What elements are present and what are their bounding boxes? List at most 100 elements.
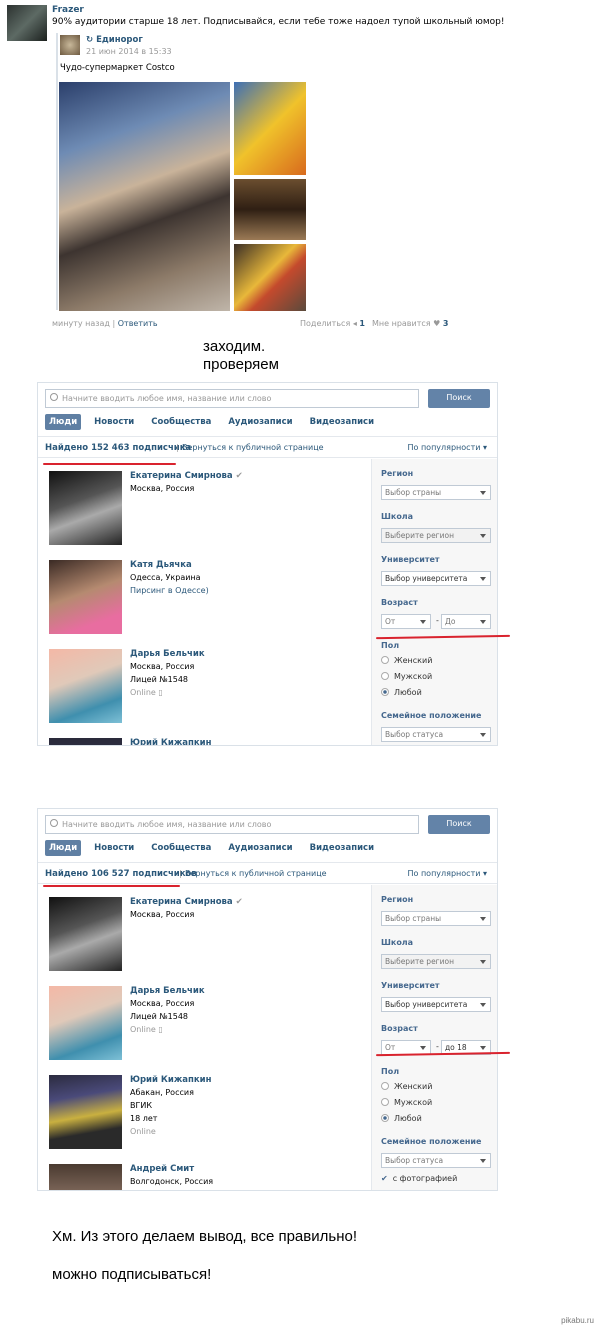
- school-select[interactable]: Выберите регион: [381, 528, 491, 543]
- chevron-down-icon: [480, 733, 486, 737]
- age-label: Возраст: [381, 598, 418, 607]
- chevron-down-icon: [480, 620, 486, 624]
- repost-date[interactable]: 21 июн 2014 в 15:33: [86, 47, 172, 56]
- school-select[interactable]: Выберите регион: [381, 954, 491, 969]
- repost-author[interactable]: ↻ Единорог: [86, 35, 143, 45]
- photo-nutella[interactable]: [234, 179, 306, 240]
- person-school: Лицей №1548: [130, 1012, 189, 1021]
- chevron-down-icon: [480, 917, 486, 921]
- avatar[interactable]: [49, 471, 122, 545]
- gender-label: Пол: [381, 1067, 400, 1076]
- person-name[interactable]: Катя Дьячка: [130, 560, 192, 570]
- university-label: Университет: [381, 981, 440, 990]
- watermark: pikabu.ru: [561, 1316, 594, 1325]
- post-author[interactable]: Frazer: [52, 5, 84, 15]
- age-to-select[interactable]: До: [441, 614, 491, 629]
- tab-audio[interactable]: Аудиозаписи: [224, 414, 296, 430]
- tab-communities[interactable]: Сообщества: [147, 414, 215, 430]
- photo-costco-girl[interactable]: [59, 82, 230, 311]
- tab-communities[interactable]: Сообщества: [147, 840, 215, 856]
- repost-text: Чудо-супермаркет Costco: [60, 63, 175, 73]
- post-meta: минуту назад | Ответить: [52, 319, 158, 328]
- avatar[interactable]: [49, 738, 122, 745]
- sort-dropdown[interactable]: По популярности ▾: [408, 869, 488, 878]
- age-from-select[interactable]: От: [381, 614, 431, 629]
- person-name[interactable]: Дарья Бельчик: [130, 649, 205, 659]
- red-underline: [43, 463, 176, 465]
- photo-cheetos[interactable]: [234, 82, 306, 175]
- sort-dropdown[interactable]: По популярности ▾: [408, 443, 488, 452]
- repost-author-name[interactable]: Единорог: [96, 35, 143, 45]
- gender-female-radio[interactable]: Женский: [381, 1082, 432, 1091]
- region-label: Регион: [381, 469, 414, 478]
- gender-male-radio[interactable]: Мужской: [381, 1098, 432, 1107]
- age-label: Возраст: [381, 1024, 418, 1033]
- age-dash: -: [436, 1042, 439, 1051]
- avatar[interactable]: [49, 897, 122, 971]
- person-name[interactable]: Юрий Кижапкин: [130, 738, 212, 745]
- gender-any-radio[interactable]: Любой: [381, 1114, 422, 1123]
- university-select[interactable]: Выбор университета: [381, 997, 491, 1012]
- avatar[interactable]: [49, 649, 122, 723]
- chevron-down-icon: [480, 1159, 486, 1163]
- search-input[interactable]: Начните вводить любое имя, название или …: [45, 389, 419, 408]
- person-info[interactable]: Пирсинг в Одессе): [130, 586, 209, 595]
- person-school: ВГИК: [130, 1101, 153, 1110]
- tab-video[interactable]: Видеозаписи: [306, 840, 378, 856]
- chevron-down-icon: [420, 1046, 426, 1050]
- tab-news[interactable]: Новости: [90, 414, 138, 430]
- person-city: Одесса, Украина: [130, 573, 201, 582]
- results-bar: Найдено 106 527 подписчиков | Вернуться …: [38, 862, 497, 884]
- chevron-down-icon: [480, 1046, 486, 1050]
- region-select[interactable]: Выбор страны: [381, 485, 491, 500]
- person-name[interactable]: Екатерина Смирнова ✔: [130, 471, 243, 481]
- post-time[interactable]: минуту назад: [52, 319, 110, 328]
- status-select[interactable]: Выбор статуса: [381, 727, 491, 742]
- gender-any-radio[interactable]: Любой: [381, 688, 422, 697]
- avatar[interactable]: [49, 986, 122, 1060]
- avatar[interactable]: [49, 1075, 122, 1149]
- search-button[interactable]: Поиск: [428, 815, 490, 834]
- reply-link[interactable]: Ответить: [118, 319, 158, 328]
- person-name[interactable]: Юрий Кижапкин: [130, 1075, 212, 1085]
- tab-people[interactable]: Люди: [45, 414, 82, 430]
- tab-people[interactable]: Люди: [45, 840, 82, 856]
- region-select[interactable]: Выбор страны: [381, 911, 491, 926]
- tab-audio[interactable]: Аудиозаписи: [224, 840, 296, 856]
- person-age: 18 лет: [130, 1114, 158, 1123]
- avatar[interactable]: [7, 5, 47, 41]
- gender-female-radio[interactable]: Женский: [381, 656, 432, 665]
- avatar[interactable]: [49, 1164, 122, 1190]
- filters-sidebar: Регион Выбор страны Школа Выберите регио…: [371, 885, 497, 1190]
- like-label: Мне нравится: [372, 319, 431, 328]
- status-select[interactable]: Выбор статуса: [381, 1153, 491, 1168]
- person-name[interactable]: Дарья Бельчик: [130, 986, 205, 996]
- chevron-down-icon: [480, 534, 486, 538]
- photo-toblerone[interactable]: [234, 244, 306, 311]
- school-label: Школа: [381, 512, 414, 521]
- back-to-public-link[interactable]: Вернуться к публичной странице: [182, 443, 324, 452]
- heart-icon: ♥: [433, 319, 441, 328]
- person-school: Лицей №1548: [130, 675, 189, 684]
- like-button[interactable]: Мне нравится ♥ 3: [372, 319, 448, 328]
- note-conclusion: Хм. Из этого делаем вывод, все правильно…: [52, 1228, 357, 1245]
- repost-avatar[interactable]: [60, 35, 80, 55]
- person-city: Москва, Россия: [130, 999, 195, 1008]
- search-input[interactable]: Начните вводить любое имя, название или …: [45, 815, 419, 834]
- university-select[interactable]: Выбор университета: [381, 571, 491, 586]
- with-photo-checkbox[interactable]: ✔ с фотографией: [381, 1174, 457, 1183]
- tab-news[interactable]: Новости: [90, 840, 138, 856]
- avatar[interactable]: [49, 560, 122, 634]
- person-name[interactable]: Екатерина Смирнова ✔: [130, 897, 243, 907]
- search-button[interactable]: Поиск: [428, 389, 490, 408]
- back-to-public-link[interactable]: Вернуться к публичной странице: [185, 869, 327, 878]
- tab-video[interactable]: Видеозаписи: [306, 414, 378, 430]
- chevron-down-icon: [420, 620, 426, 624]
- person-name[interactable]: Андрей Смит: [130, 1164, 194, 1174]
- share-button[interactable]: Поделиться ◂ 1: [300, 319, 365, 328]
- status-label: Семейное положение: [381, 711, 482, 720]
- online-status: Online: [130, 1127, 156, 1136]
- gender-male-radio[interactable]: Мужской: [381, 672, 432, 681]
- school-label: Школа: [381, 938, 414, 947]
- person-city: Москва, Россия: [130, 910, 195, 919]
